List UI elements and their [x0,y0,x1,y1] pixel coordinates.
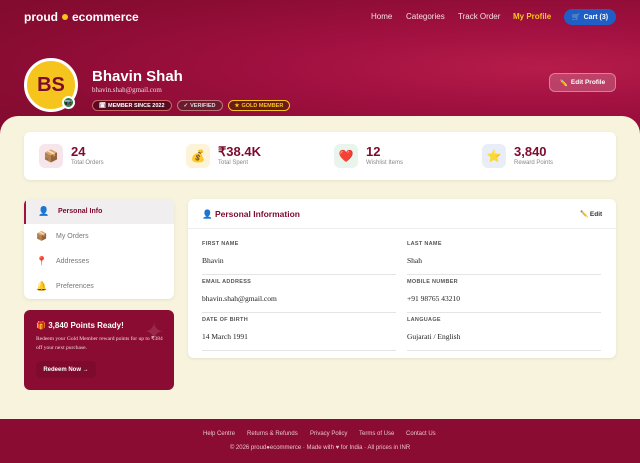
heart-icon: ❤️ [334,144,358,168]
redeem-now-button[interactable]: Redeem Now → [36,361,96,378]
user-icon: 👤 [38,206,50,216]
box-icon: 📦 [39,144,63,168]
mobile-field[interactable]: MOBILE NUMBER +91 98765 43210 [407,279,601,313]
star-icon: ★ [234,102,240,109]
top-nav: proud ecommerce Home Categories Track Ord… [0,0,640,34]
calendar-icon: 🗓 [99,102,106,109]
promo-title: 🎁 3,840 Points Ready! [36,321,124,330]
star-icon: ⭐ [482,144,506,168]
footer-link-privacy[interactable]: Privacy Policy [310,431,347,437]
panel-header: 👤 Personal Information ✏️ Edit [188,199,616,229]
bell-icon: 🔔 [36,281,48,291]
sidebar-item-addresses[interactable]: 📍 Addresses [24,249,174,274]
dob-field[interactable]: DATE OF BIRTH 14 March 1991 [202,317,396,351]
sidebar-item-personal-info[interactable]: 👤 Personal Info [24,199,174,224]
verified-badge: ✓ VERIFIED [176,100,223,111]
profile-email: bhavin.shah@gmail.com [92,86,162,94]
sidebar-item-my-orders[interactable]: 📦 My Orders [24,224,174,249]
pencil-icon: ✏️ [559,79,568,87]
camera-icon[interactable]: 📷 [62,96,75,109]
profile-name: Bhavin Shah [92,68,183,85]
member-since-badge: 🗓 MEMBER SINCE 2022 [92,100,172,111]
profile-badges: 🗓 MEMBER SINCE 2022 ✓ VERIFIED ★ GOLD MEMBE… [92,100,291,111]
user-icon: 👤 [202,209,213,219]
gold-member-badge: ★ GOLD MEMBER [227,100,291,111]
edit-profile-button[interactable]: ✏️ Edit Profile [549,73,616,92]
sidebar-item-preferences[interactable]: 🔔 Preferences [24,274,174,299]
pin-icon: 📍 [36,256,48,266]
nav-track-order[interactable]: Track Order [458,12,500,21]
first-name-field[interactable]: FIRST NAME Bhavin [202,241,396,275]
nav-home[interactable]: Home [371,12,392,21]
brand-logo[interactable]: proud ecommerce [24,10,139,24]
pencil-icon: ✏️ [580,211,589,218]
check-icon: ✓ [183,102,189,109]
copyright: © 2026 proud●ecommerce · Made with ♥ for… [229,445,411,451]
last-name-field[interactable]: LAST NAME Shah [407,241,601,275]
personal-info-panel: 👤 Personal Information ✏️ Edit FIRST NAM… [188,199,616,358]
cart-button[interactable]: 🛒 Cart (3) [564,9,616,25]
footer: Help Centre Returns & Refunds Privacy Po… [0,419,640,463]
cart-icon: 🛒 [571,14,581,21]
promo-text: Redeem your Gold Member reward points fo… [36,336,163,351]
footer-link-terms[interactable]: Terms of Use [359,431,394,437]
footer-link-contact[interactable]: Contact Us [406,431,436,437]
nav-my-profile[interactable]: My Profile [513,12,551,21]
language-field[interactable]: LANGUAGE Gujarati / English [407,317,601,351]
box-icon: 📦 [36,231,48,241]
panel-title: 👤 Personal Information [202,209,300,219]
logo-dot [62,14,68,21]
profile-sidebar: 👤 Personal Info 📦 My Orders 📍 Addresses 🔔 Pr… [24,199,174,299]
stats-bar: 📦 24 Total Orders 💰 ₹38.4K Total Spent ❤… [24,132,616,180]
money-bag-icon: 💰 [186,144,210,168]
gift-icon: 🎁 [36,321,46,330]
reward-promo-card: ✦ 🎁 3,840 Points Ready! Redeem your Gold… [24,310,174,390]
footer-link-help[interactable]: Help Centre [203,431,235,437]
edit-info-button[interactable]: ✏️ Edit [580,210,602,218]
footer-link-returns[interactable]: Returns & Refunds [247,431,298,437]
email-field[interactable]: EMAIL ADDRESS bhavin.shah@gmail.com [202,279,396,313]
nav-categories[interactable]: Categories [406,12,445,21]
